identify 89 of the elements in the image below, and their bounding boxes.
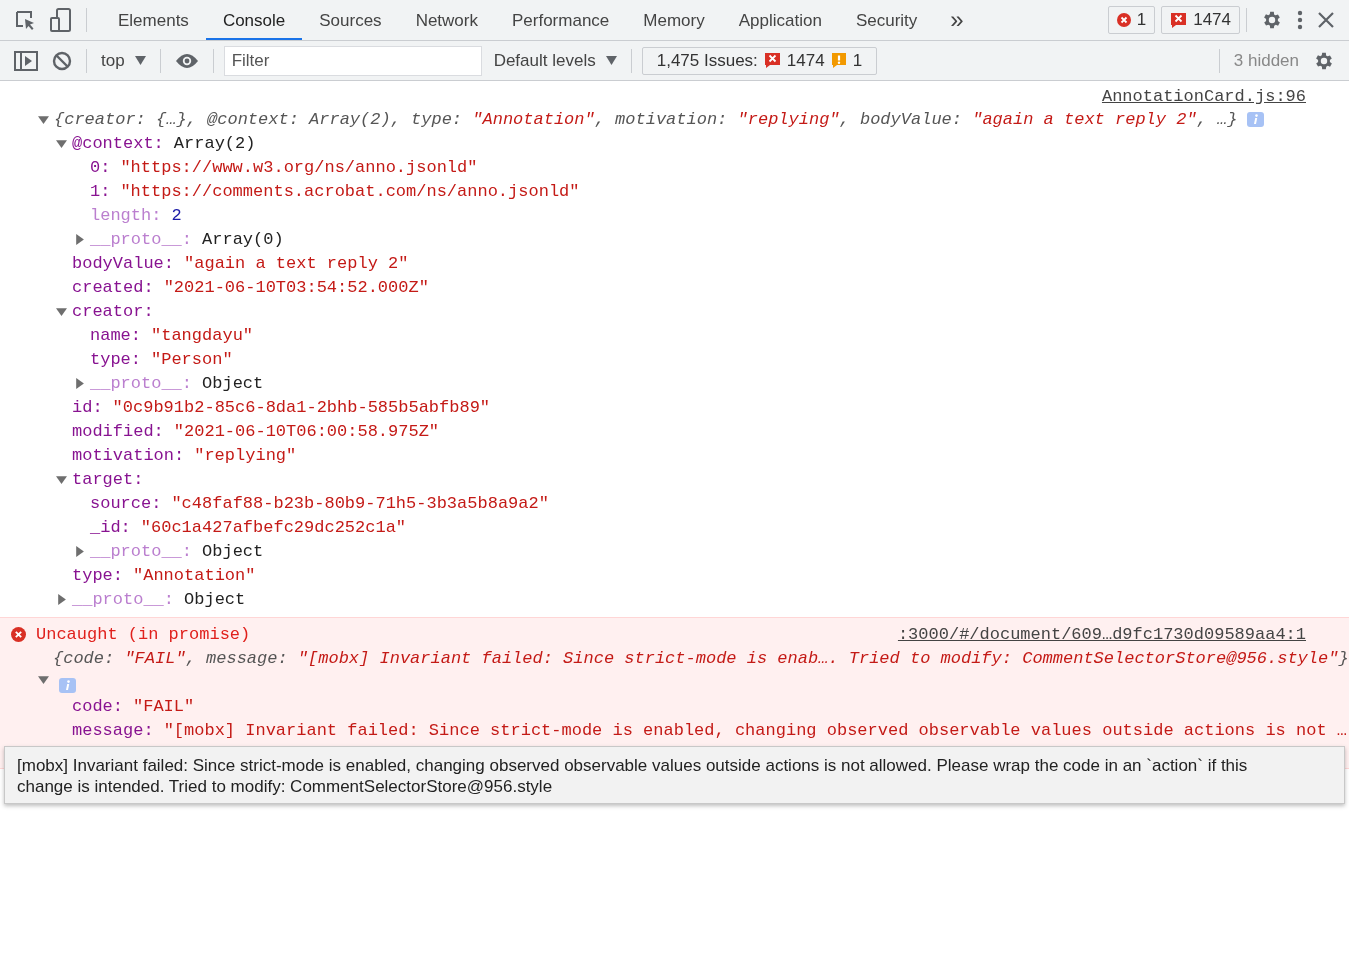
expand-triangle-icon[interactable] — [74, 545, 85, 557]
property-value: 2 — [171, 205, 182, 225]
eye-icon[interactable] — [174, 52, 199, 69]
property-key: __proto__: — [90, 541, 193, 561]
hidden-count: 3 hidden — [1233, 50, 1299, 71]
property-value: "https://www.w3.org/ns/anno.jsonld" — [120, 157, 478, 177]
source-link[interactable]: :3000/#/document/609…d9fc1730d09589aa4:1 — [897, 624, 1306, 644]
issue-error-icon — [1170, 11, 1188, 29]
expand-triangle-icon[interactable] — [56, 593, 67, 605]
property-value: "replying" — [194, 445, 297, 465]
device-toolbar-icon[interactable] — [50, 8, 72, 32]
panel-tab[interactable]: Elements — [101, 0, 206, 40]
property-value: Array(0) — [202, 229, 284, 249]
property-key: 0: — [90, 157, 111, 177]
property-value: "[mobx] Invariant failed: Since strict-mode is enabled, changing observed observable values outside actions is not … — [163, 720, 1348, 740]
property-key: @context: — [72, 133, 164, 153]
property-key: _id: — [90, 517, 131, 537]
inspect-element-icon[interactable] — [14, 9, 36, 31]
panel-tab[interactable]: Sources — [302, 0, 399, 40]
close-icon[interactable] — [1317, 11, 1335, 29]
expand-triangle-icon[interactable] — [74, 233, 85, 245]
log-levels-dropdown[interactable]: Default levels — [493, 50, 617, 71]
property-key: name: — [90, 325, 141, 345]
collapse-triangle-icon[interactable] — [56, 305, 67, 317]
property-key: __proto__: — [90, 229, 193, 249]
property-key: motivation: — [72, 445, 185, 465]
object-summary: {creator: {…}, @context: Array(2), type: "Annotation", motivation: "replying", bodyValue: "again a text reply 2", …} — [54, 109, 1238, 129]
clear-console-icon[interactable] — [52, 50, 72, 71]
error-count-button[interactable]: 1 — [1107, 6, 1156, 34]
property-key: source: — [90, 493, 162, 513]
caret-icon — [134, 56, 146, 65]
issues-button[interactable]: 1,475 Issues: 1474 1 — [641, 46, 878, 75]
error-icon — [1116, 13, 1131, 27]
caret-icon — [605, 56, 617, 65]
property-key: bodyValue: — [72, 253, 175, 273]
collapse-triangle-icon[interactable] — [56, 473, 67, 485]
error-icon — [11, 626, 26, 642]
property-value: "again a text reply 2" — [184, 253, 409, 273]
collapse-triangle-icon[interactable] — [38, 674, 49, 685]
collapse-triangle-icon[interactable] — [38, 113, 49, 125]
property-value: "tangdayu" — [151, 325, 254, 345]
issue-warning-icon — [830, 52, 847, 69]
more-options-icon[interactable] — [1297, 10, 1303, 30]
property-value: "60c1a427afbefc29dc252c1a" — [140, 517, 407, 537]
property-key: id: — [72, 397, 103, 417]
tooltip: [mobx] Invariant failed: Since strict-mode is enabled, changing observed observable values outside actions is not allowed. Please wrap the code in an `action` if this change is intended. Tried to modify: CommentSelectorStore@956.style — [4, 746, 1345, 804]
info-icon — [59, 678, 76, 693]
property-key: message: — [72, 720, 154, 740]
more-tabs-button[interactable]: » — [950, 6, 964, 34]
property-value: "c48faf88-b23b-80b9-71h5-3b3a5b8a9a2" — [171, 493, 549, 513]
property-value: "2021-06-10T06:00:58.975Z" — [173, 421, 440, 441]
panel-tab[interactable]: Application — [721, 0, 839, 40]
property-key: __proto__: — [90, 373, 193, 393]
panel-tab[interactable]: Network — [398, 0, 495, 40]
property-value: "FAIL" — [133, 696, 195, 716]
property-key: created: — [72, 277, 154, 297]
property-key: type: — [90, 349, 141, 369]
property-value: Object — [184, 589, 246, 609]
property-key: __proto__: — [72, 589, 175, 609]
property-key: code: — [72, 696, 123, 716]
property-value: "Annotation" — [133, 565, 256, 585]
expand-triangle-icon[interactable] — [74, 377, 85, 389]
property-value: "0c9b91b2-85c6-8da1-2bhb-585b5abfb89" — [112, 397, 491, 417]
property-value: "2021-06-10T03:54:52.000Z" — [163, 277, 429, 297]
object-summary: {code: "FAIL", message: "[mobx] Invariant failed: Since strict-mode is enab…. Tried to modify: CommentSelectorStore@956.style"} — [53, 648, 1349, 668]
panel-tab[interactable]: Security — [838, 0, 935, 40]
error-title: Uncaught (in promise) — [36, 624, 251, 644]
panel-tab[interactable]: Memory — [626, 0, 722, 40]
issue-error-icon — [763, 52, 781, 69]
sidebar-toggle-icon[interactable] — [14, 50, 38, 71]
property-key: length: — [90, 205, 162, 225]
settings-icon[interactable] — [1261, 9, 1283, 31]
filter-field[interactable]: Filter — [223, 45, 482, 76]
panel-tab[interactable]: Performance — [495, 0, 627, 40]
collapse-triangle-icon[interactable] — [56, 137, 67, 149]
property-key: modified: — [72, 421, 164, 441]
source-link[interactable]: AnnotationCard.js:96 — [1101, 87, 1306, 107]
property-value: "Person" — [151, 349, 233, 369]
property-key: creator: — [72, 301, 154, 321]
context-dropdown[interactable]: top — [101, 50, 146, 71]
info-icon — [1247, 111, 1265, 127]
property-key: 1: — [90, 181, 111, 201]
issue-count-button[interactable]: 1474 — [1161, 6, 1240, 34]
property-value: "https://comments.acrobat.com/ns/anno.jsonld" — [120, 181, 580, 201]
property-value: Array(2) — [173, 133, 256, 153]
property-value: Object — [202, 373, 264, 393]
property-value: Object — [202, 541, 264, 561]
property-key: type: — [72, 565, 123, 585]
property-key: target: — [72, 469, 144, 489]
